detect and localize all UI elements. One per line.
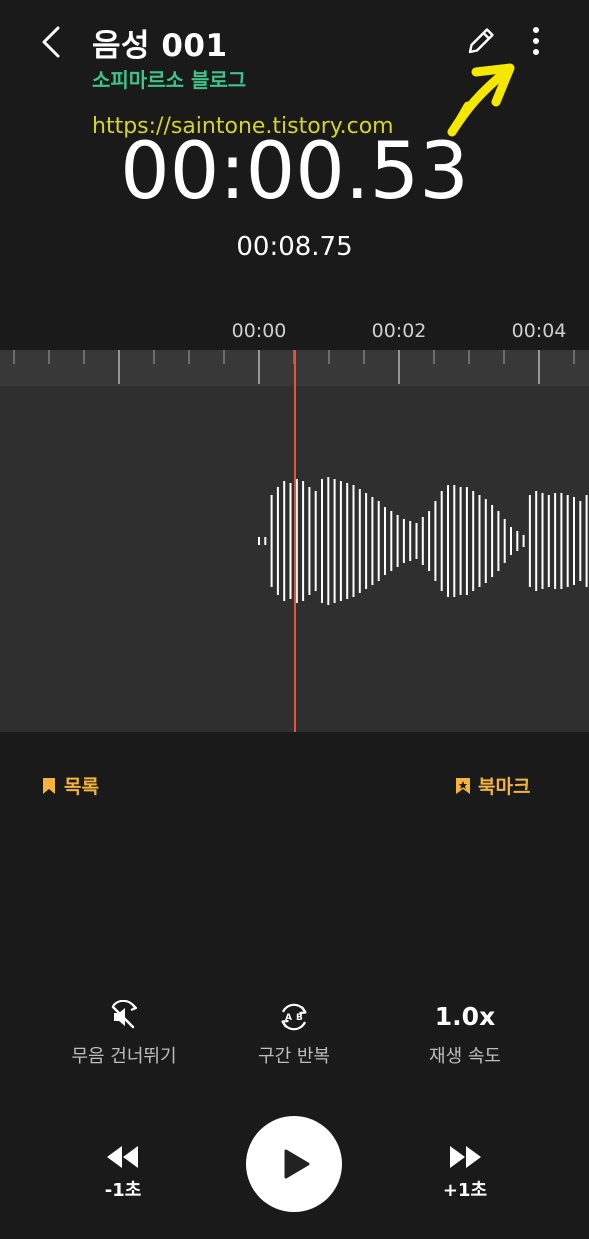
waveform-bar — [484, 499, 487, 583]
waveform-bar — [390, 511, 393, 571]
fast-forward-icon — [450, 1146, 481, 1168]
waveform-bar — [308, 487, 311, 595]
skip-silence-label: 무음 건너뛰기 — [71, 1046, 177, 1067]
waveform-bar — [402, 519, 405, 563]
waveform-bar — [333, 479, 336, 603]
waveform-bar — [541, 493, 544, 589]
waveform-bar — [377, 501, 380, 581]
waveform-bar — [453, 485, 456, 597]
skip-silence-button[interactable]: 무음 건너뛰기 — [44, 1000, 204, 1068]
waveform-bar — [346, 483, 349, 599]
repeat-section-label: 구간 반복 — [258, 1046, 330, 1067]
playback-speed-button[interactable]: 1.0x 재생 속도 — [385, 1000, 545, 1068]
waveform-bar — [302, 481, 305, 601]
play-button[interactable] — [246, 1116, 342, 1212]
edit-button[interactable] — [462, 22, 500, 60]
waveform-bar — [295, 479, 298, 603]
waveform-bar — [560, 493, 563, 589]
fast-forward-label: +1초 — [442, 1180, 488, 1201]
tick-label-2: 00:04 — [511, 320, 567, 342]
playback-speed-label: 재생 속도 — [429, 1046, 501, 1067]
waveform-bar — [497, 511, 500, 571]
waveform-bar — [528, 495, 531, 587]
waveform-bar — [428, 511, 431, 571]
chevron-left-icon — [42, 26, 60, 58]
tick-label-0: 00:00 — [231, 320, 287, 342]
waveform-bar — [459, 487, 462, 595]
waveform-bar — [547, 495, 550, 587]
waveform-bar — [447, 485, 449, 597]
waveform-bar — [510, 527, 512, 555]
waveform-bar — [327, 477, 330, 605]
waveform-bar — [566, 495, 569, 587]
waveform-bar — [258, 537, 260, 545]
waveform-bar — [434, 501, 437, 581]
bookmark-star-icon — [456, 777, 470, 794]
mute-skip-icon — [111, 1000, 138, 1029]
waveform-bar — [321, 479, 323, 603]
waveform-bar — [371, 497, 374, 585]
waveform-bar — [264, 537, 267, 545]
bookmark-icon — [43, 777, 55, 794]
add-bookmark-button[interactable]: 북마크 — [455, 772, 530, 799]
rewind-button[interactable]: -1초 — [78, 1144, 168, 1202]
svg-text:B: B — [296, 1013, 303, 1023]
repeat-ab-icon: A B — [281, 1003, 307, 1031]
waveform-bar — [554, 493, 557, 589]
add-bookmark-label: 북마크 — [478, 776, 531, 798]
tick-label-1: 00:02 — [371, 320, 427, 342]
pencil-icon — [468, 28, 494, 54]
waveform-bar — [478, 495, 481, 587]
more-vertical-icon — [533, 27, 539, 55]
elapsed-time: 00:00.53 — [120, 127, 469, 217]
rewind-label: -1초 — [104, 1180, 142, 1201]
rewind-icon — [107, 1146, 138, 1168]
waveform-bar — [396, 515, 399, 567]
waveform-bar — [358, 489, 361, 593]
playhead[interactable] — [294, 350, 296, 732]
waveform-bar — [409, 521, 412, 561]
waveform-bar — [352, 485, 355, 597]
watermark-blog-name: 소피마르소 블로그 — [92, 68, 247, 92]
waveform-bar — [339, 481, 342, 601]
waveform-bar — [283, 481, 286, 601]
bookmark-list-label: 목록 — [64, 776, 99, 798]
bookmark-list-button[interactable]: 목록 — [42, 772, 99, 799]
waveform-bar — [270, 495, 273, 587]
waveform-bar — [585, 495, 588, 587]
playback-speed-value: 1.0x — [434, 1002, 496, 1031]
page-title: 음성 001 — [92, 28, 228, 64]
play-icon — [284, 1149, 310, 1179]
waveform-bar — [314, 491, 317, 591]
repeat-section-button[interactable]: A B 구간 반복 — [214, 1000, 374, 1068]
waveform-bar — [289, 483, 292, 599]
waveform-bar — [440, 491, 443, 591]
waveform-bar — [503, 519, 506, 563]
fast-forward-button[interactable]: +1초 — [420, 1144, 510, 1202]
total-duration: 00:08.75 — [236, 232, 353, 262]
waveform-bar — [516, 531, 519, 551]
waveform-bar — [384, 507, 386, 575]
waveform-bar — [579, 501, 582, 581]
waveform-bar — [573, 497, 575, 585]
waveform-bar — [276, 487, 279, 595]
waveform-bar — [465, 487, 468, 595]
more-options-button[interactable] — [522, 22, 550, 60]
svg-text:A: A — [285, 1013, 292, 1023]
waveform-bar — [491, 505, 494, 577]
waveform-bar — [415, 523, 418, 559]
waveform-bar — [522, 535, 525, 547]
waveform-bar — [472, 491, 475, 591]
back-button[interactable] — [34, 22, 70, 62]
waveform-bar — [535, 491, 538, 591]
waveform-bar — [365, 493, 368, 589]
waveform-bar — [421, 517, 424, 565]
